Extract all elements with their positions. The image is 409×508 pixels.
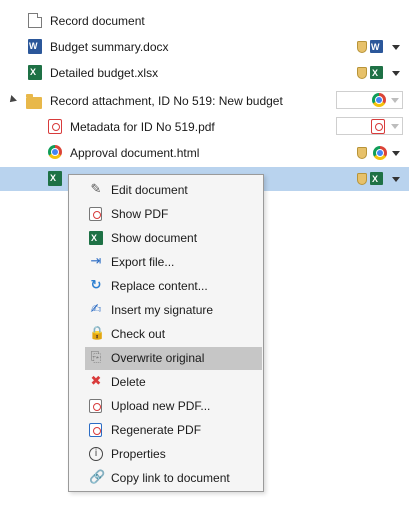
excel-icon <box>48 171 62 186</box>
menu-item-label: Show document <box>111 231 198 245</box>
tree-item-record-attachment[interactable]: Record attachment, ID No 519: New budget <box>0 89 409 113</box>
context-menu: ✎ Edit document Show PDF Show document ⇥… <box>68 174 264 492</box>
chevron-down-icon[interactable] <box>391 124 399 129</box>
chevron-down-icon[interactable] <box>392 45 400 50</box>
menu-item-label: Delete <box>111 375 146 389</box>
menu-item-overwrite-original[interactable]: ⎘ Overwrite original <box>85 347 262 370</box>
tree-item-label: Record document <box>50 14 145 28</box>
expand-toggle-icon[interactable] <box>7 95 17 105</box>
menu-item-upload-new-pdf[interactable]: Upload new PDF... <box>85 395 261 418</box>
chevron-down-icon[interactable] <box>392 151 400 156</box>
menu-item-properties[interactable]: i Properties <box>85 443 261 466</box>
word-icon <box>28 39 42 54</box>
regenerate-pdf-icon <box>89 423 102 437</box>
excel-open-icon[interactable] <box>370 66 383 79</box>
menu-item-delete[interactable]: ✖ Delete <box>85 371 261 394</box>
menu-item-label: Replace content... <box>111 279 208 293</box>
menu-item-label: Edit document <box>111 183 188 197</box>
attachment-actions[interactable] <box>336 91 403 109</box>
chevron-down-icon[interactable] <box>392 177 400 182</box>
tree-item-metadata-pdf[interactable]: Metadata for ID No 519.pdf <box>0 115 409 139</box>
menu-item-show-document[interactable]: Show document <box>85 227 261 250</box>
info-icon: i <box>89 447 103 461</box>
menu-item-regenerate-pdf[interactable]: Regenerate PDF <box>85 419 261 442</box>
delete-icon: ✖ <box>90 374 102 389</box>
shield-icon <box>357 173 367 185</box>
upload-pdf-icon <box>89 399 102 413</box>
chrome-icon[interactable] <box>372 93 386 107</box>
tree-item-record-document[interactable]: Record document <box>0 9 409 33</box>
menu-item-label: Check out <box>111 327 166 341</box>
word-open-icon[interactable] <box>370 40 383 53</box>
excel-icon <box>28 65 42 80</box>
menu-item-label: Insert my signature <box>111 303 214 317</box>
document-icon <box>28 13 42 28</box>
tree-item-label: Budget summary.docx <box>50 40 169 54</box>
tree-item-budget-summary[interactable]: Budget summary.docx <box>0 35 409 59</box>
excel-open-icon[interactable] <box>370 172 383 185</box>
menu-item-label: Properties <box>111 447 166 461</box>
chevron-down-icon[interactable] <box>392 71 400 76</box>
pdf-icon <box>89 207 102 221</box>
pdf-icon <box>48 119 62 134</box>
tree-item-label: Approval document.html <box>70 146 200 160</box>
menu-item-label: Overwrite original <box>111 351 205 365</box>
pdf-actions[interactable] <box>336 117 403 135</box>
menu-item-edit-document[interactable]: ✎ Edit document <box>85 179 261 202</box>
shield-icon <box>357 147 367 159</box>
menu-item-copy-link[interactable]: 🔗 Copy link to document <box>85 467 261 490</box>
link-icon: 🔗 <box>89 470 106 485</box>
tree-item-label: Record attachment, ID No 519: New budget <box>50 94 283 108</box>
chrome-open-icon[interactable] <box>373 146 387 160</box>
menu-item-export-file[interactable]: ⇥ Export file... <box>85 251 261 274</box>
menu-item-insert-signature[interactable]: ✍ Insert my signature <box>85 299 261 322</box>
menu-item-label: Upload new PDF... <box>111 399 211 413</box>
menu-item-replace-content[interactable]: ↻ Replace content... <box>85 275 261 298</box>
tree-item-label: Metadata for ID No 519.pdf <box>70 120 215 134</box>
export-icon: ⇥ <box>90 254 102 269</box>
replace-icon: ↻ <box>90 278 102 293</box>
folder-icon <box>26 94 42 109</box>
tree-item-approval-document[interactable]: Approval document.html <box>0 141 409 165</box>
menu-item-label: Regenerate PDF <box>111 423 202 437</box>
pdf-open-icon[interactable] <box>371 119 385 134</box>
chevron-down-icon[interactable] <box>391 98 399 103</box>
tree-item-detailed-budget[interactable]: Detailed budget.xlsx <box>0 61 409 85</box>
lock-icon: 🔒 <box>89 326 106 341</box>
menu-item-label: Export file... <box>111 255 175 269</box>
excel-icon <box>89 231 103 245</box>
shield-icon <box>357 41 367 53</box>
shield-icon <box>357 67 367 79</box>
menu-item-check-out[interactable]: 🔒 Check out <box>85 323 261 346</box>
tree-item-label: Detailed budget.xlsx <box>50 66 159 80</box>
overwrite-icon: ⎘ <box>90 350 102 365</box>
edit-document-icon: ✎ <box>90 182 102 197</box>
menu-item-label: Copy link to document <box>111 471 230 485</box>
menu-item-show-pdf[interactable]: Show PDF <box>85 203 261 226</box>
menu-item-label: Show PDF <box>111 207 169 221</box>
signature-icon: ✍ <box>90 302 102 317</box>
chrome-icon <box>48 145 62 159</box>
